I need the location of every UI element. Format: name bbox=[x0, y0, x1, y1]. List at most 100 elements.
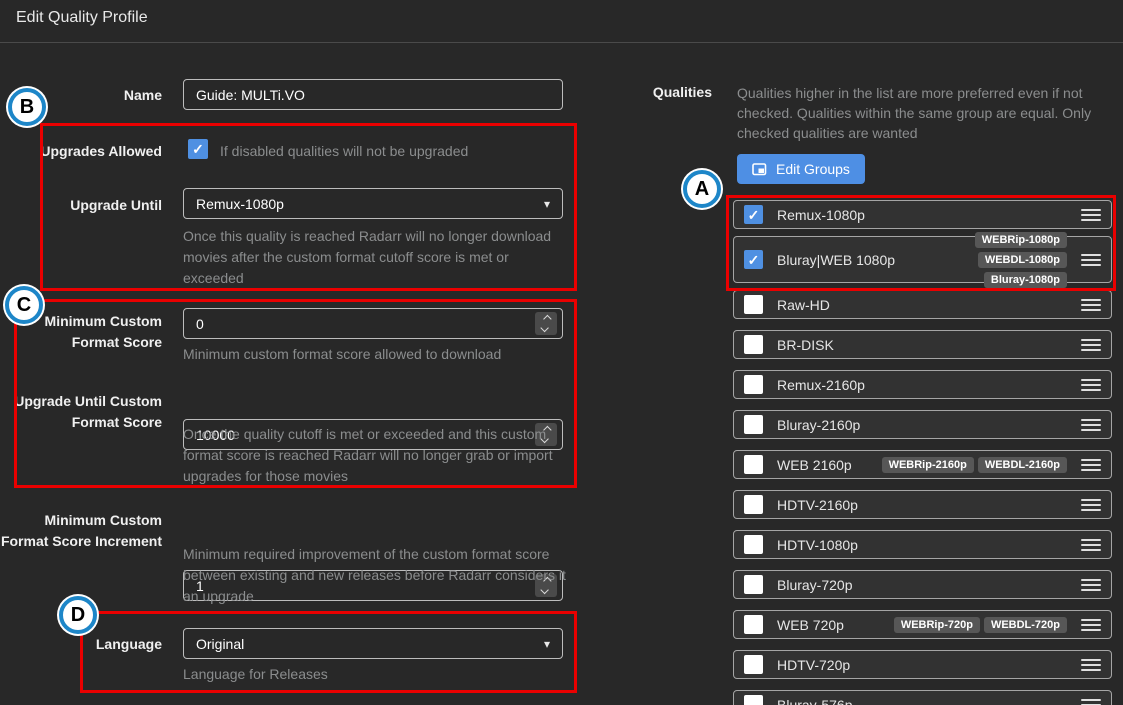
quality-row[interactable]: ✓ HDTV-1080p bbox=[733, 530, 1112, 559]
upgrade-until-help: Once this quality is reached Radarr will… bbox=[183, 226, 571, 289]
quality-badges: WEBRip-720p WEBDL-720p bbox=[852, 617, 1067, 633]
drag-handle-icon[interactable] bbox=[1081, 619, 1101, 631]
quality-checkbox[interactable]: ✓ bbox=[744, 655, 763, 674]
check-icon: ✓ bbox=[748, 208, 760, 222]
quality-row[interactable]: ✓ HDTV-2160p bbox=[733, 490, 1112, 519]
upgrades-allowed-checkbox[interactable]: ✓ bbox=[188, 139, 208, 159]
quality-label: Bluray-2160p bbox=[777, 417, 860, 433]
spinner-down-icon bbox=[540, 324, 548, 332]
edit-quality-profile-modal: Edit Quality Profile Name Upgrades Allow… bbox=[0, 0, 1123, 705]
name-input[interactable] bbox=[183, 79, 563, 110]
drag-handle-icon[interactable] bbox=[1081, 459, 1101, 471]
language-label: Language bbox=[0, 634, 162, 655]
min-format-score-increment-help: Minimum required improvement of the cust… bbox=[183, 544, 571, 607]
name-label: Name bbox=[0, 85, 162, 106]
quality-label: BR-DISK bbox=[777, 337, 834, 353]
quality-row[interactable]: ✓ WEB 2160p WEBRip-2160p WEBDL-2160p bbox=[733, 450, 1112, 479]
min-format-score-increment-label: Minimum Custom Format Score Increment bbox=[0, 510, 162, 552]
quality-checkbox[interactable]: ✓ bbox=[744, 535, 763, 554]
quality-label: HDTV-1080p bbox=[777, 537, 858, 553]
page-title: Edit Quality Profile bbox=[16, 9, 148, 27]
number-spinner[interactable] bbox=[535, 312, 557, 335]
drag-handle-icon[interactable] bbox=[1081, 339, 1101, 351]
quality-checkbox[interactable]: ✓ bbox=[744, 295, 763, 314]
drag-handle-icon[interactable] bbox=[1081, 254, 1101, 266]
language-help: Language for Releases bbox=[183, 664, 571, 685]
quality-badge: WEBRip-2160p bbox=[882, 457, 974, 473]
quality-label: Remux-1080p bbox=[777, 207, 865, 223]
quality-label: Bluray-576p bbox=[777, 697, 853, 705]
header-divider bbox=[0, 42, 1123, 43]
quality-label: Remux-2160p bbox=[777, 377, 865, 393]
drag-handle-icon[interactable] bbox=[1081, 299, 1101, 311]
quality-label: HDTV-720p bbox=[777, 657, 850, 673]
language-value: Original bbox=[196, 636, 244, 652]
quality-label: WEB 720p bbox=[777, 617, 844, 633]
qualities-help: Qualities higher in the list are more pr… bbox=[737, 83, 1109, 143]
annotation-marker-a: A bbox=[683, 170, 721, 208]
quality-badge: WEBDL-720p bbox=[984, 617, 1067, 633]
edit-groups-button[interactable]: Edit Groups bbox=[737, 154, 865, 184]
drag-handle-icon[interactable] bbox=[1081, 209, 1101, 221]
quality-label: WEB 2160p bbox=[777, 457, 852, 473]
quality-badge: WEBDL-1080p bbox=[978, 252, 1067, 268]
chevron-down-icon: ▾ bbox=[544, 638, 550, 650]
quality-checkbox[interactable]: ✓ bbox=[744, 575, 763, 594]
quality-row[interactable]: ✓ WEB 720p WEBRip-720p WEBDL-720p bbox=[733, 610, 1112, 639]
quality-checkbox[interactable]: ✓ bbox=[744, 695, 763, 705]
quality-row[interactable]: ✓ Bluray|WEB 1080p WEBRip-1080p WEBDL-10… bbox=[733, 236, 1112, 283]
check-icon: ✓ bbox=[192, 142, 204, 156]
upgrades-allowed-help: If disabled qualities will not be upgrad… bbox=[220, 141, 580, 162]
min-format-score-value: 0 bbox=[196, 316, 204, 332]
min-format-score-input[interactable]: 0 bbox=[183, 308, 563, 339]
quality-label: Raw-HD bbox=[777, 297, 830, 313]
drag-handle-icon[interactable] bbox=[1081, 379, 1101, 391]
object-group-icon bbox=[752, 163, 767, 176]
quality-row[interactable]: ✓ Remux-1080p bbox=[733, 200, 1112, 229]
quality-badges: WEBRip-2160p WEBDL-2160p bbox=[852, 457, 1067, 473]
upgrade-until-select[interactable]: Remux-1080p ▾ bbox=[183, 188, 563, 219]
quality-row[interactable]: ✓ BR-DISK bbox=[733, 330, 1112, 359]
spinner-up-icon bbox=[543, 315, 551, 323]
quality-badge: WEBRip-720p bbox=[894, 617, 980, 633]
quality-checkbox[interactable]: ✓ bbox=[744, 415, 763, 434]
quality-row[interactable]: ✓ Bluray-720p bbox=[733, 570, 1112, 599]
upgrades-allowed-label: Upgrades Allowed bbox=[0, 141, 162, 162]
quality-row[interactable]: ✓ Bluray-2160p bbox=[733, 410, 1112, 439]
quality-checkbox[interactable]: ✓ bbox=[744, 495, 763, 514]
upgrade-until-format-score-help: Once the quality cutoff is met or exceed… bbox=[183, 424, 571, 487]
quality-badge: WEBRip-1080p bbox=[975, 232, 1067, 248]
quality-row[interactable]: ✓ Remux-2160p bbox=[733, 370, 1112, 399]
upgrade-until-format-score-label: Upgrade Until Custom Format Score bbox=[0, 391, 162, 433]
drag-handle-icon[interactable] bbox=[1081, 579, 1101, 591]
quality-row[interactable]: ✓ Raw-HD bbox=[733, 290, 1112, 319]
upgrade-until-label: Upgrade Until bbox=[0, 195, 162, 216]
quality-checkbox[interactable]: ✓ bbox=[744, 250, 763, 269]
chevron-down-icon: ▾ bbox=[544, 198, 550, 210]
drag-handle-icon[interactable] bbox=[1081, 499, 1101, 511]
drag-handle-icon[interactable] bbox=[1081, 659, 1101, 671]
min-format-score-help: Minimum custom format score allowed to d… bbox=[183, 344, 571, 365]
quality-badge: Bluray-1080p bbox=[984, 272, 1067, 288]
quality-checkbox[interactable]: ✓ bbox=[744, 375, 763, 394]
qualities-label: Qualities bbox=[600, 84, 712, 100]
drag-handle-icon[interactable] bbox=[1081, 539, 1101, 551]
drag-handle-icon[interactable] bbox=[1081, 699, 1101, 705]
drag-handle-icon[interactable] bbox=[1081, 419, 1101, 431]
check-icon: ✓ bbox=[748, 253, 760, 267]
quality-label: HDTV-2160p bbox=[777, 497, 858, 513]
quality-checkbox[interactable]: ✓ bbox=[744, 335, 763, 354]
quality-label: Bluray-720p bbox=[777, 577, 853, 593]
quality-checkbox[interactable]: ✓ bbox=[744, 205, 763, 224]
language-select[interactable]: Original ▾ bbox=[183, 628, 563, 659]
quality-row[interactable]: ✓ HDTV-720p bbox=[733, 650, 1112, 679]
annotation-marker-d: D bbox=[59, 596, 97, 634]
quality-label: Bluray|WEB 1080p bbox=[777, 252, 895, 268]
quality-checkbox[interactable]: ✓ bbox=[744, 455, 763, 474]
quality-checkbox[interactable]: ✓ bbox=[744, 615, 763, 634]
quality-badges: WEBRip-1080p WEBDL-1080p Bluray-1080p bbox=[895, 232, 1067, 288]
min-format-score-label: Minimum Custom Format Score bbox=[0, 311, 162, 353]
quality-row[interactable]: ✓ Bluray-576p bbox=[733, 690, 1112, 705]
quality-badge: WEBDL-2160p bbox=[978, 457, 1067, 473]
upgrade-until-value: Remux-1080p bbox=[196, 196, 284, 212]
